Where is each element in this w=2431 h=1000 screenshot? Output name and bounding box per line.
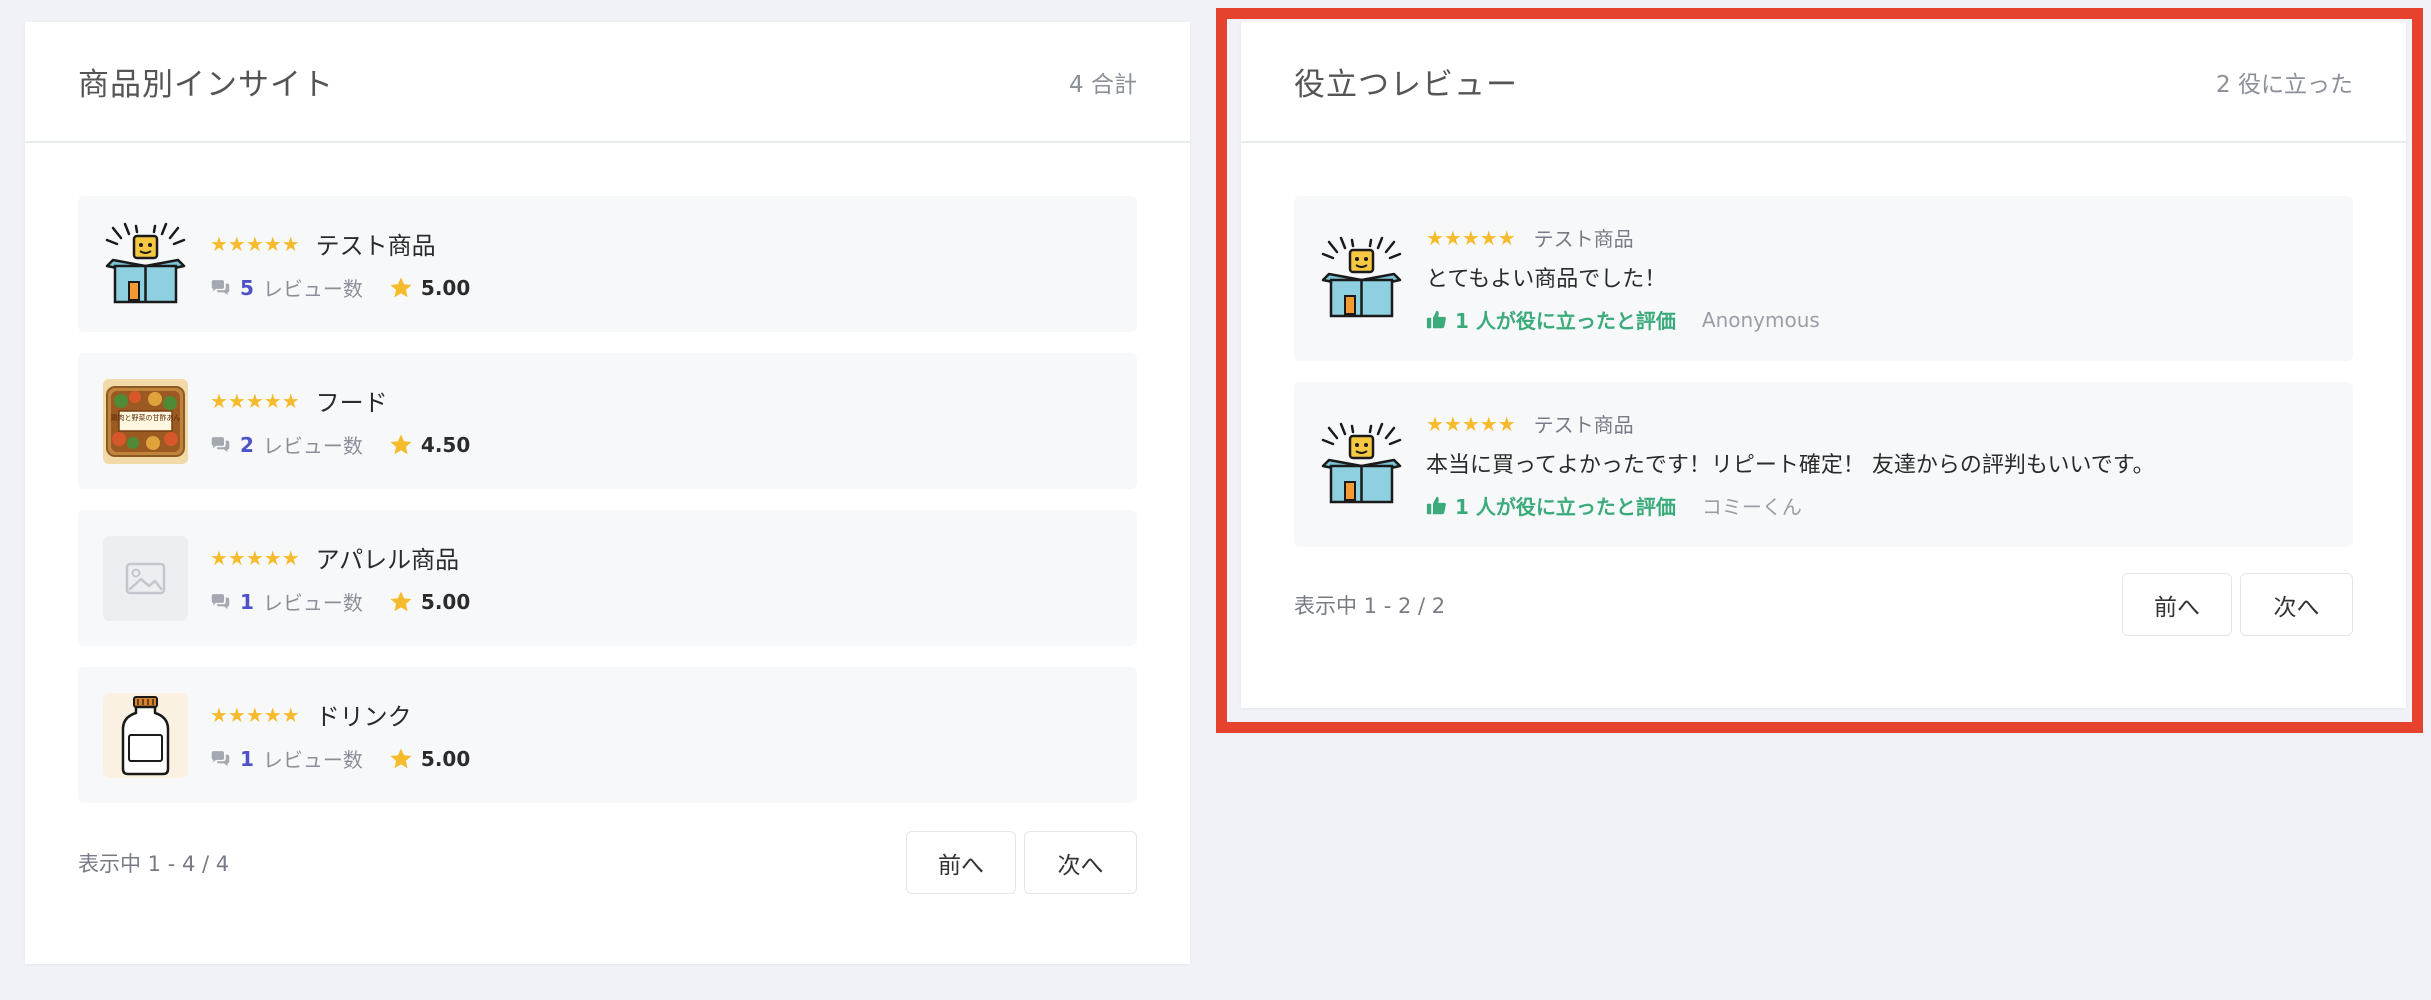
product-info: ★★★★★ アパレル商品 1 レビュー数 5.00	[210, 540, 470, 616]
average-rating: 4.50	[420, 432, 471, 457]
product-insights-list: ★★★★★ テスト商品 5 レビュー数 5.00 鶏肉と野菜の甘酢あん ★★★★…	[25, 143, 1190, 894]
star-icon	[389, 433, 413, 457]
review-info: ★★★★★ テスト商品 本当に買ってよかったです！リピート確定！ 友達からの評判…	[1426, 409, 2155, 520]
insights-pagination: 表示中 1 - 4 / 4 前へ 次へ	[78, 831, 1137, 894]
review-count-label: レビュー数	[262, 434, 363, 458]
box-icon	[1319, 236, 1404, 321]
review-product-name: テスト商品	[1533, 227, 1634, 251]
star-rating: ★★★★★	[210, 231, 300, 256]
review-author: コミーくん	[1701, 495, 1802, 519]
review-count: 1	[240, 746, 254, 771]
food-photo: 鶏肉と野菜の甘酢あん	[103, 379, 188, 464]
review-info: ★★★★★ テスト商品 とてもよい商品でした！ 1 人が役に立ったと評価 Ano…	[1426, 223, 1820, 334]
next-page-button[interactable]: 次へ	[1024, 831, 1137, 894]
pagination-status: 表示中 1 - 4 / 4	[78, 851, 230, 876]
product-item-test[interactable]: ★★★★★ テスト商品 5 レビュー数 5.00	[78, 196, 1137, 332]
product-info: ★★★★★ テスト商品 5 レビュー数 5.00	[210, 226, 470, 302]
review-count-label: レビュー数	[262, 748, 363, 772]
pagination-status: 表示中 1 - 2 / 2	[1294, 593, 1446, 618]
star-rating: ★★★★★	[1426, 225, 1516, 250]
helpful-reviews-list: ★★★★★ テスト商品 とてもよい商品でした！ 1 人が役に立ったと評価 Ano…	[1241, 143, 2406, 636]
product-name: フード	[315, 389, 388, 417]
average-rating: 5.00	[420, 275, 471, 300]
review-count: 2	[240, 432, 254, 457]
review-product-name: テスト商品	[1533, 413, 1634, 437]
product-item-apparel[interactable]: ★★★★★ アパレル商品 1 レビュー数 5.00	[78, 510, 1137, 646]
review-text: 本当に買ってよかったです！リピート確定！ 友達からの評判もいいです。	[1426, 453, 2155, 478]
product-name: テスト商品	[315, 232, 436, 260]
helpful-count: 1 人が役に立ったと評価	[1455, 309, 1676, 333]
helpful-reviews-title: 役立つレビュー	[1294, 67, 1518, 103]
review-count: 1	[240, 589, 254, 614]
comments-icon	[210, 436, 231, 454]
prev-page-button[interactable]: 前へ	[2122, 573, 2232, 636]
comments-icon	[210, 593, 231, 611]
star-rating: ★★★★★	[1426, 411, 1516, 436]
helpful-reviews-count: 2 役に立った	[2216, 71, 2353, 98]
star-icon	[389, 276, 413, 300]
product-insights-title: 商品別インサイト	[78, 67, 334, 103]
comments-icon	[210, 279, 231, 297]
average-rating: 5.00	[420, 746, 471, 771]
star-rating: ★★★★★	[210, 388, 300, 413]
product-info: ★★★★★ フード 2 レビュー数 4.50	[210, 383, 470, 459]
star-rating: ★★★★★	[210, 545, 300, 570]
prev-page-button[interactable]: 前へ	[906, 831, 1016, 894]
image-placeholder-icon	[103, 536, 188, 621]
product-insights-card: 商品別インサイト 4 合計 ★★★★★ テスト商品 5 レビュー数 5.00 鶏…	[25, 22, 1190, 964]
bottle-icon	[103, 693, 188, 778]
helpful-pagination: 表示中 1 - 2 / 2 前へ 次へ	[1294, 573, 2353, 636]
review-count-label: レビュー数	[262, 591, 363, 615]
food-label: 鶏肉と野菜の甘酢あん	[111, 413, 181, 422]
review-item[interactable]: ★★★★★ テスト商品 本当に買ってよかったです！リピート確定！ 友達からの評判…	[1294, 382, 2353, 547]
product-info: ★★★★★ ドリンク 1 レビュー数 5.00	[210, 697, 470, 773]
product-name: ドリンク	[315, 703, 412, 731]
review-count: 5	[240, 275, 254, 300]
helpful-reviews-header: 役立つレビュー 2 役に立った	[1241, 22, 2406, 143]
product-item-drink[interactable]: ★★★★★ ドリンク 1 レビュー数 5.00	[78, 667, 1137, 803]
box-icon	[103, 222, 188, 307]
helpful-count: 1 人が役に立ったと評価	[1455, 495, 1676, 519]
star-rating: ★★★★★	[210, 702, 300, 727]
review-text: とてもよい商品でした！	[1426, 267, 1667, 292]
average-rating: 5.00	[420, 589, 471, 614]
product-insights-header: 商品別インサイト 4 合計	[25, 22, 1190, 143]
review-count-label: レビュー数	[262, 277, 363, 301]
product-insights-count: 4 合計	[1069, 71, 1137, 98]
box-icon	[1319, 422, 1404, 507]
star-icon	[389, 590, 413, 614]
next-page-button[interactable]: 次へ	[2240, 573, 2353, 636]
review-item[interactable]: ★★★★★ テスト商品 とてもよい商品でした！ 1 人が役に立ったと評価 Ano…	[1294, 196, 2353, 361]
thumbs-up-icon	[1426, 495, 1447, 516]
thumbs-up-icon	[1426, 309, 1447, 330]
comments-icon	[210, 750, 231, 768]
product-name: アパレル商品	[315, 546, 460, 574]
review-author: Anonymous	[1701, 307, 1820, 332]
star-icon	[389, 747, 413, 771]
helpful-reviews-card: 役立つレビュー 2 役に立った ★★★★★ テスト商品 とてもよい商品でした！ …	[1241, 22, 2406, 708]
product-item-food[interactable]: 鶏肉と野菜の甘酢あん ★★★★★ フード 2 レビュー数 4.50	[78, 353, 1137, 489]
